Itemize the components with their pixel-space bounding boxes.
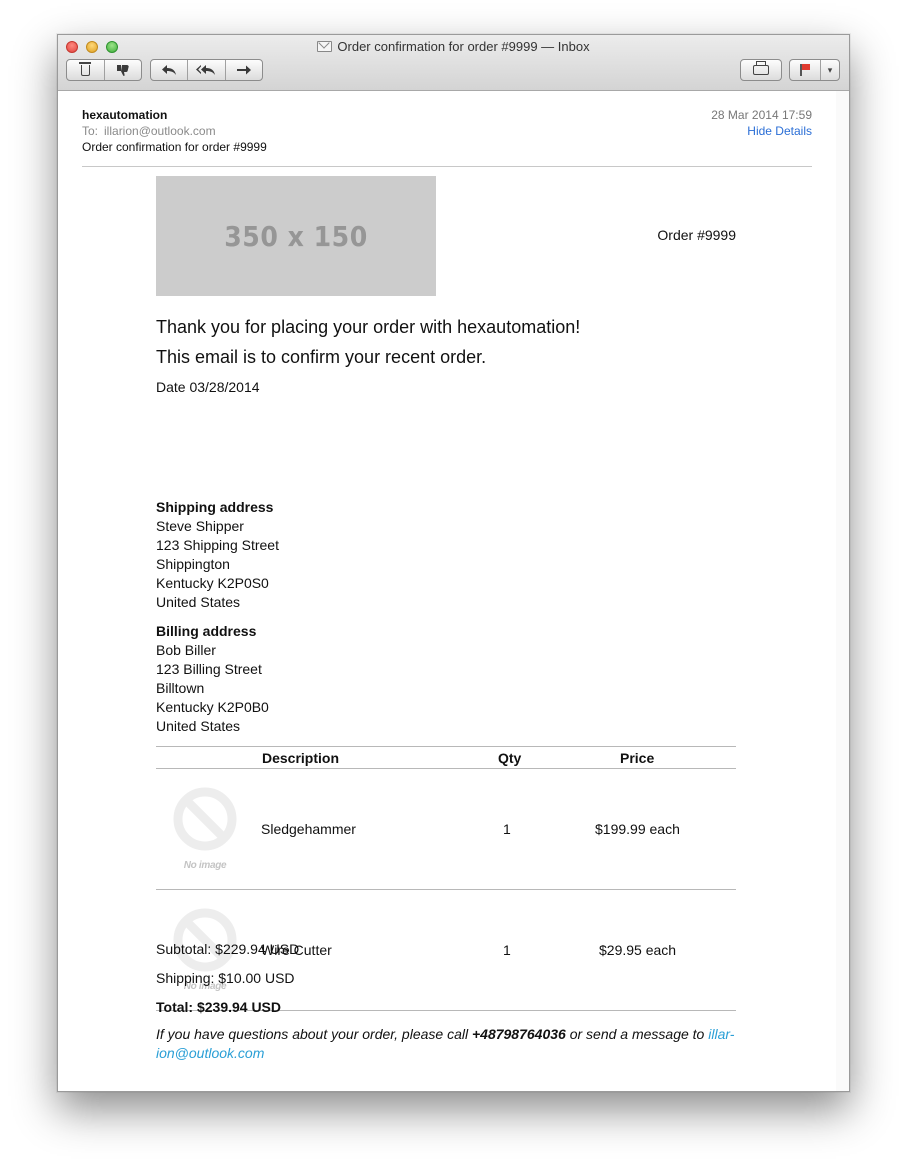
shipping-name: Steve Shipper — [156, 518, 244, 534]
support-email-link-part2[interactable]: ion@outlook.com — [156, 1045, 264, 1061]
print-group — [740, 59, 782, 81]
recipient-address[interactable]: illarion@outlook.com — [104, 124, 216, 138]
shipping-country: United States — [156, 594, 241, 610]
footer-text-start: If you have questions about your order, … — [156, 1026, 472, 1042]
forward-icon — [236, 65, 251, 75]
table-top-divider — [156, 746, 736, 747]
trash-icon — [78, 61, 91, 76]
table-row: No image Sledgehammer 1 $199.99 each — [156, 769, 736, 890]
no-image-icon — [173, 908, 237, 972]
thank-you-heading: Thank you for placing your order with he… — [156, 317, 581, 337]
scrollbar[interactable] — [834, 91, 849, 1091]
junk-button[interactable] — [103, 60, 142, 80]
billing-region: Kentucky K2P0B0 — [156, 699, 269, 715]
order-date: Date 03/28/2014 — [156, 379, 260, 395]
footer-text-middle: or send a message to — [565, 1026, 709, 1042]
shipping-street: 123 Shipping Street — [156, 537, 279, 553]
flag-menu-button[interactable]: ▾ — [820, 60, 839, 80]
title-bar: Order confirmation for order #9999 — Inb… — [58, 35, 849, 91]
flag-icon — [800, 64, 810, 76]
shipping-city: Shippington — [156, 556, 230, 572]
forward-button[interactable] — [224, 60, 262, 80]
reply-all-icon — [196, 65, 216, 75]
confirmation-heading: This email is to confirm your recent ord… — [156, 347, 487, 367]
print-button[interactable] — [741, 60, 781, 80]
message-subject: Order confirmation for order #9999 — [82, 140, 267, 154]
reply-group — [150, 59, 263, 81]
flag-button[interactable] — [790, 60, 820, 80]
shipping-address-heading: Shipping address — [156, 499, 274, 515]
shipping-address: Shipping address Steve Shipper 123 Shipp… — [156, 498, 279, 612]
billing-street: 123 Billing Street — [156, 661, 262, 677]
subtotal: Subtotal: $229.94 USD — [156, 941, 300, 957]
support-phone: +48798764036 — [471, 1026, 566, 1042]
hide-details-link[interactable]: Hide Details — [747, 124, 812, 138]
thumbs-down-icon — [116, 65, 129, 76]
billing-city: Billtown — [156, 680, 205, 696]
no-image-icon — [173, 787, 237, 851]
shipping-region: Kentucky K2P0S0 — [156, 575, 269, 591]
item-price: $29.95 each — [599, 942, 677, 958]
qty-column-header: Qty — [498, 750, 522, 766]
billing-country: United States — [156, 718, 241, 734]
item-price: $199.99 each — [595, 821, 680, 837]
no-image-label: No image — [183, 860, 227, 871]
window-title: Order confirmation for order #9999 — Inb… — [58, 39, 849, 54]
billing-name: Bob Biller — [156, 642, 216, 658]
questions-footer: If you have questions about your order, … — [156, 1025, 736, 1063]
billing-address-heading: Billing address — [156, 623, 257, 639]
mail-window: Order confirmation for order #9999 — Inb… — [57, 34, 850, 1092]
message-view: hexautomation To: illarion@outlook.com Or… — [58, 91, 836, 1091]
delete-junk-group — [66, 59, 142, 81]
to-label: To: — [82, 124, 99, 138]
order-number: Order #9999 — [657, 227, 736, 243]
billing-address: Billing address Bob Biller 123 Billing S… — [156, 622, 269, 736]
item-description: Sledgehammer — [261, 821, 356, 837]
chevron-down-icon: ▾ — [827, 64, 833, 75]
message-date: 28 Mar 2014 17:59 — [711, 108, 812, 122]
sender-name: hexautomation — [82, 108, 168, 122]
logo-placeholder-image: 350 x 150 — [156, 176, 436, 296]
reply-all-button[interactable] — [187, 60, 224, 80]
reply-icon — [162, 65, 177, 75]
printer-icon — [753, 61, 769, 75]
delete-button[interactable] — [67, 60, 104, 80]
support-email-link-part1[interactable]: illar- — [708, 1026, 734, 1042]
header-divider — [82, 166, 812, 167]
window-title-text: Order confirmation for order #9999 — Inb… — [337, 39, 590, 54]
envelope-icon — [317, 41, 333, 52]
item-qty: 1 — [503, 821, 511, 837]
shipping-cost: Shipping: $10.00 USD — [156, 970, 295, 986]
description-column-header: Description — [262, 750, 340, 766]
reply-button[interactable] — [151, 60, 187, 80]
order-total: Total: $239.94 USD — [156, 999, 282, 1015]
flag-group: ▾ — [789, 59, 840, 81]
price-column-header: Price — [620, 750, 655, 766]
recipient-line: To: illarion@outlook.com — [82, 124, 216, 138]
item-qty: 1 — [503, 942, 511, 958]
